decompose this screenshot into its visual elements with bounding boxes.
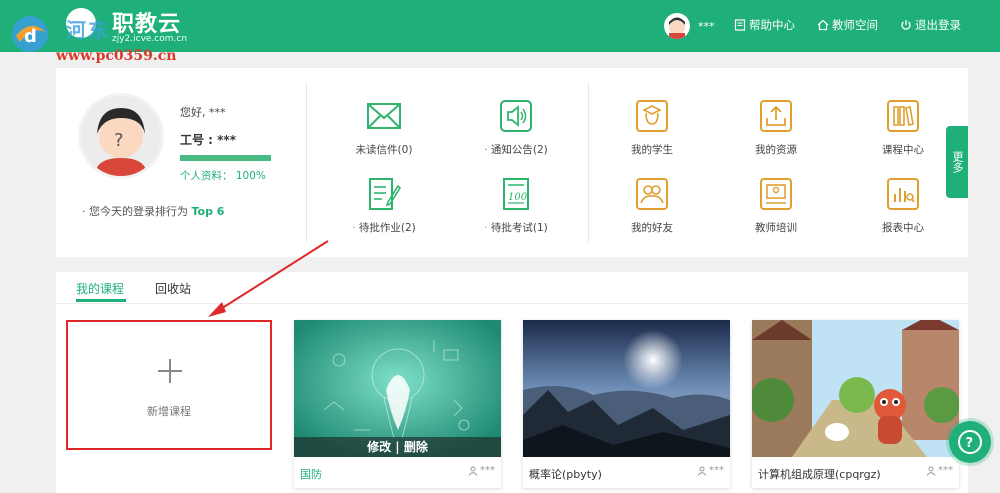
tab-my-courses[interactable]: 我的课程 [76,280,124,297]
brand-domain: zjy2.icve.com.cn [112,34,188,44]
course-cover-image [752,320,959,457]
course-card-footer: 概率论(pbyty) *** [523,458,730,488]
training-board-icon [760,178,792,210]
course-title[interactable]: 计算机组成原理(cpqrgz) [758,466,881,482]
logout-label: 退出登录 [915,18,961,32]
add-course-label: 新增课程 [147,405,191,418]
friends-icon [636,178,668,210]
course-center-label: 课程中心 [882,144,924,156]
course-owner: *** [926,465,953,476]
user-menu[interactable]: *** [664,12,715,40]
divider [306,82,307,242]
person-icon [926,466,936,476]
add-course-button[interactable]: 新增课程 [66,320,272,450]
watermark-logo-icon: d [12,16,48,52]
course-cover-image [523,320,730,457]
my-friends-label: 我的好友 [631,222,673,234]
course-owner: *** [468,465,495,476]
speaker-icon [500,100,532,132]
top-header: 职教云 zjy2.icve.com.cn *** 帮助中心 教师空间 退出登录 [0,0,1000,52]
my-resources-tile[interactable]: 我的资源 [726,98,826,168]
profile-label: 个人资料： [180,170,233,182]
person-icon [697,466,707,476]
rank-bullet: · [82,205,89,218]
pending-exams-label: · 待批考试(1) [484,222,548,234]
homework-edit-icon [369,178,402,210]
course-title[interactable]: 概率论(pbyty) [529,466,602,482]
user-name: *** [698,19,715,33]
logout-link[interactable]: 退出登录 [900,17,961,33]
watermark-text: 河东 [66,18,110,42]
active-tab-indicator [76,299,126,302]
course-owner: *** [697,465,724,476]
course-card[interactable]: 修改 | 删除 国防 *** [294,320,501,488]
divider [588,82,589,242]
course-card-footer: 国防 *** [294,458,501,488]
help-float-button[interactable]: ? [949,421,991,463]
help-doc-icon [734,19,746,31]
exam-paper-icon: 100 [503,178,529,210]
plus-icon [158,359,182,383]
power-icon [901,20,911,30]
help-center-label: 帮助中心 [749,18,795,32]
person-icon [468,466,478,476]
edit-delete-bar[interactable]: 修改 | 删除 [294,437,501,457]
profile-percent: 100% [235,170,266,182]
teacher-space-label: 教师空间 [832,18,878,32]
my-resources-label: 我的资源 [755,144,797,156]
tab-recycle-bin[interactable]: 回收站 [155,280,191,297]
more-tab[interactable]: 更多 [946,126,968,198]
report-center-tile[interactable]: 报表中心 [853,176,953,246]
pending-exams-tile[interactable]: 100 · 待批考试(1) [466,176,566,246]
rank-prefix: 您今天的登录排行为 [89,205,188,218]
course-card[interactable]: 计算机组成原理(cpqrgz) *** [752,320,959,488]
mail-icon [367,103,401,129]
teacher-training-tile[interactable]: 教师培训 [726,176,826,246]
course-tabs: 我的课程 回收站 [56,272,968,304]
pending-homework-label: · 待批作业(2) [352,222,416,234]
notice-tile[interactable]: · 通知公告(2) [466,98,566,168]
teacher-space-link[interactable]: 教师空间 [817,17,878,33]
unread-mail-tile[interactable]: 未读信件(0) [334,98,434,168]
notice-label: · 通知公告(2) [484,144,548,156]
teacher-training-label: 教师培训 [755,222,797,234]
books-icon [887,100,919,132]
svg-text:?: ? [966,436,974,451]
course-card-footer: 计算机组成原理(cpqrgz) *** [752,458,959,488]
greeting-text: 您好, *** [180,106,226,119]
report-center-label: 报表中心 [882,222,924,234]
pending-homework-tile[interactable]: · 待批作业(2) [334,176,434,246]
staff-id: 工号 : *** [180,133,236,147]
svg-text:100: 100 [508,192,528,203]
profile-avatar[interactable]: ? [78,93,164,179]
my-students-label: 我的学生 [631,144,673,156]
watermark-url: www.pc0359.cn [56,48,177,64]
course-card[interactable]: 概率论(pbyty) *** [523,320,730,488]
course-title[interactable]: 国防 [300,466,322,482]
home-icon [817,19,829,31]
login-rank: · 您今天的登录排行为 Top 6 [82,203,224,219]
unread-mail-label: 未读信件(0) [355,144,413,156]
question-icon: ? [958,430,982,454]
report-chart-icon [887,178,919,210]
profile-completion[interactable]: 个人资料： 100% [180,168,266,183]
rank-value: Top 6 [191,205,225,218]
course-center-tile[interactable]: 课程中心 [853,98,953,168]
upload-icon [760,100,792,132]
student-icon [636,100,668,132]
my-students-tile[interactable]: 我的学生 [602,98,702,168]
svg-text:d: d [24,26,37,47]
help-center-link[interactable]: 帮助中心 [734,17,795,33]
dashboard-panel: ? 您好, *** 工号 : *** 个人资料： 100% · 您今天的登录排行… [56,68,968,257]
user-avatar [664,13,690,39]
svg-text:?: ? [114,130,124,151]
profile-progress-bar [180,155,271,161]
my-friends-tile[interactable]: 我的好友 [602,176,702,246]
